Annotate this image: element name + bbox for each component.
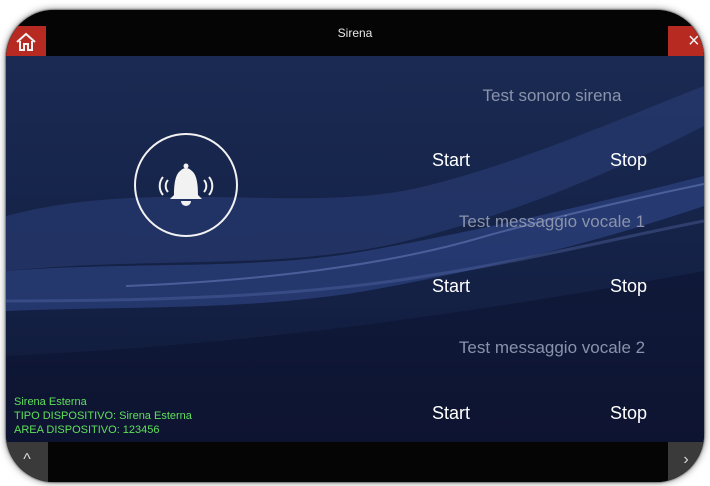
test-label-siren: Test sonoro sirena: [482, 86, 622, 105]
device-area: AREA DISPOSITIVO: 123456: [14, 424, 160, 436]
device-name: Sirena Esterna: [14, 396, 87, 408]
bell-ringing-icon: [158, 163, 214, 206]
start-button-siren[interactable]: Start: [428, 148, 474, 173]
close-button[interactable]: ×: [668, 26, 704, 58]
bottom-bar: ^ ›: [6, 442, 704, 482]
title-bar: Sirena ×: [6, 10, 704, 58]
chevron-left-icon: ^: [23, 451, 31, 468]
stop-button-voice-1[interactable]: Stop: [606, 274, 651, 299]
device-type: TIPO DISPOSITIVO: Sirena Esterna: [14, 410, 192, 422]
nav-left-button[interactable]: ^: [6, 442, 48, 482]
chevron-right-icon: ›: [683, 451, 689, 468]
siren-bell-button[interactable]: [134, 133, 238, 237]
device-frame: Sirena × Test sonoro sirena Start Stop T…: [6, 10, 704, 482]
close-icon: ×: [688, 30, 700, 52]
stop-button-siren[interactable]: Stop: [606, 148, 651, 173]
main-panel: Test sonoro sirena Start Stop Test messa…: [6, 56, 704, 442]
background-swoosh: [6, 86, 704, 442]
test-label-voice-2: Test messaggio vocale 2: [458, 338, 646, 357]
window-title: Sirena: [337, 26, 373, 40]
start-button-voice-1[interactable]: Start: [428, 274, 474, 299]
stop-button-voice-2[interactable]: Stop: [606, 401, 651, 426]
nav-right-button[interactable]: ›: [668, 442, 704, 482]
test-label-voice-1: Test messaggio vocale 1: [458, 212, 646, 231]
start-button-voice-2[interactable]: Start: [428, 401, 474, 426]
